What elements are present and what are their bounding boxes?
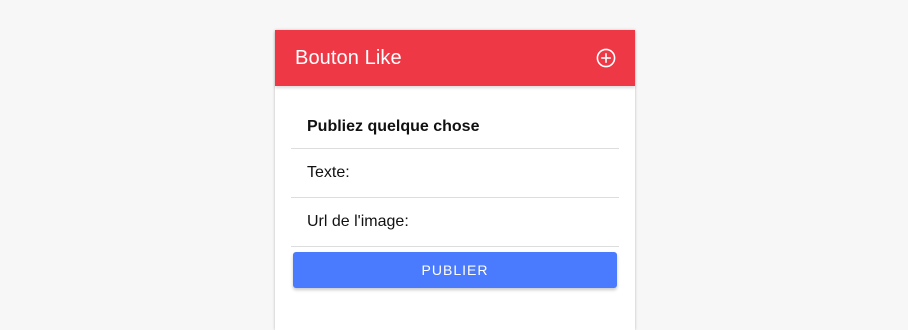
add-button[interactable] bbox=[595, 47, 617, 69]
image-url-input[interactable] bbox=[408, 198, 622, 246]
app-title: Bouton Like bbox=[295, 46, 402, 69]
text-input[interactable] bbox=[349, 149, 619, 197]
publish-button[interactable]: PUBLIER bbox=[293, 252, 617, 288]
post-card: Bouton Like Publiez quelque chose Texte:… bbox=[275, 30, 635, 330]
image-url-field-row: Url de l'image: bbox=[291, 198, 622, 247]
text-field-row: Texte: bbox=[291, 149, 619, 198]
form-heading: Publiez quelque chose bbox=[291, 86, 619, 149]
text-label: Texte: bbox=[307, 164, 350, 181]
post-form: Publiez quelque chose Texte: Url de l'im… bbox=[275, 86, 635, 247]
plus-circle-icon bbox=[596, 48, 616, 68]
app-header: Bouton Like bbox=[275, 30, 635, 86]
image-url-label: Url de l'image: bbox=[307, 213, 409, 230]
